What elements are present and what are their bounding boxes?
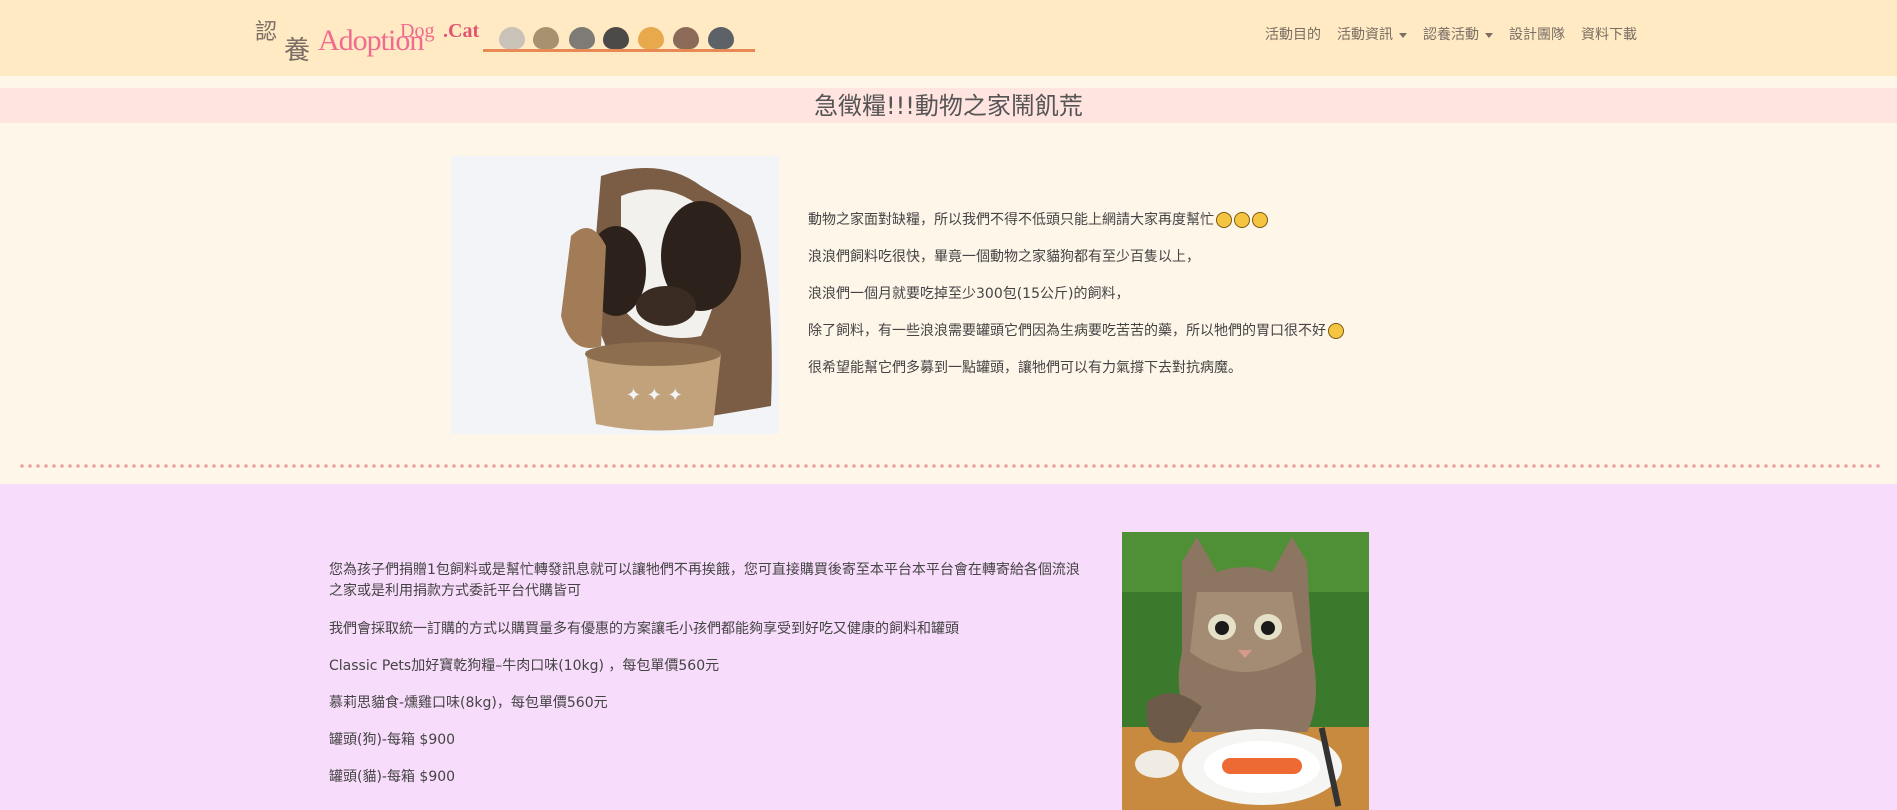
nav-item-info[interactable]: 活動資訊 [1337, 24, 1407, 44]
logo-underline [483, 49, 755, 52]
nav-item-label: 活動目的 [1265, 27, 1321, 43]
nav-menu: 活動目的 活動資訊 認養活動 設計團隊 資料下載 [1249, 24, 1637, 44]
sad-face-emoji-icon [1252, 212, 1268, 228]
product-cat-food: 慕莉思貓食-燻雞口味(8kg)，每包單價560元 [329, 695, 608, 711]
product-dog-cans: 罐頭(狗)-每箱 $900 [329, 732, 456, 748]
nav-item-download[interactable]: 資料下載 [1581, 24, 1637, 44]
top-navbar: 認 養 Adoption Dog .Cat 活動目的 活動資訊 認養活動 設計團… [0, 0, 1897, 76]
page-title: 急徵糧!!!動物之家鬧飢荒 [814, 92, 1083, 120]
nav-item-team[interactable]: 設計團隊 [1509, 24, 1565, 44]
cat-head-icon [499, 27, 525, 49]
donation-paragraph-2: 我們會採取統一訂購的方式以購買量多有優惠的方案讓毛小孩們都能夠享受到好吃又健康的… [329, 621, 959, 637]
nav-item-label: 資料下載 [1581, 27, 1637, 43]
product-cat-cans: 罐頭(貓)-每箱 $900 [329, 769, 456, 785]
donation-section [0, 484, 1897, 810]
nav-item-purpose[interactable]: 活動目的 [1265, 24, 1321, 44]
paragraph-text: 動物之家面對缺糧，所以我們不得不低頭只能上網請大家再度幫忙 [808, 212, 1214, 228]
product-dog-food: Classic Pets加好寶乾狗糧–牛肉口味(10kg) ，每包單價560元 [329, 658, 720, 674]
dropdown-caret-icon [1399, 32, 1407, 38]
nav-item-label: 認養活動 [1423, 27, 1479, 43]
cat-head-icon [638, 27, 664, 49]
paragraph-text: 除了飼料，有一些浪浪需要罐頭它們因為生病要吃苦苦的藥，所以牠們的胃口很不好 [808, 323, 1326, 339]
svg-text:✦ ✦ ✦: ✦ ✦ ✦ [626, 385, 683, 406]
cat-head-icon [708, 27, 734, 49]
intro-paragraph-4: 除了飼料，有一些浪浪需要罐頭它們因為生病要吃苦苦的藥，所以牠們的胃口很不好 [808, 320, 1344, 340]
intro-paragraph-3: 浪浪們一個月就要吃掉至少300包(15公斤)的飼料， [808, 286, 1130, 302]
cat-head-icon [673, 27, 699, 49]
cat-head-icon [603, 27, 629, 49]
intro-paragraph-5: 很希望能幫它們多募到一點罐頭，讓牠們可以有力氣撐下去對抗病魔。 [808, 360, 1242, 376]
dog-illustration: ✦ ✦ ✦ [451, 156, 779, 434]
cat-head-icon [533, 27, 559, 49]
intro-paragraph-1: 動物之家面對缺糧，所以我們不得不低頭只能上網請大家再度幫忙 [808, 209, 1268, 229]
intro-paragraph-2: 浪浪們飼料吃很快，畢竟一個動物之家貓狗都有至少百隻以上， [808, 249, 1200, 265]
donation-paragraph-1: 您為孩子們捐贈1包飼料或是幫忙轉發訊息就可以讓牠們不再挨餓，您可直接購買後寄至本… [329, 562, 1080, 599]
dog-eating-image: ✦ ✦ ✦ [451, 156, 779, 434]
cat-illustration [1122, 532, 1369, 810]
dotted-divider [18, 464, 1880, 468]
sad-face-emoji-icon [1216, 212, 1232, 228]
nav-item-label: 活動資訊 [1337, 27, 1393, 43]
logo-word-cat: .Cat [443, 20, 480, 42]
logo-cat-row [483, 20, 755, 52]
logo-char-2: 養 [284, 36, 311, 66]
sad-face-emoji-icon [1234, 212, 1250, 228]
nav-item-label: 設計團隊 [1509, 27, 1565, 43]
dropdown-caret-icon [1485, 32, 1493, 38]
nav-item-adoption[interactable]: 認養活動 [1423, 24, 1493, 44]
logo-word-dog: Dog [400, 20, 435, 42]
cat-dinner-image [1122, 532, 1369, 810]
logo-char-1: 認 [255, 20, 278, 45]
cat-head-icon [569, 27, 595, 49]
sad-face-emoji-icon [1328, 323, 1344, 339]
